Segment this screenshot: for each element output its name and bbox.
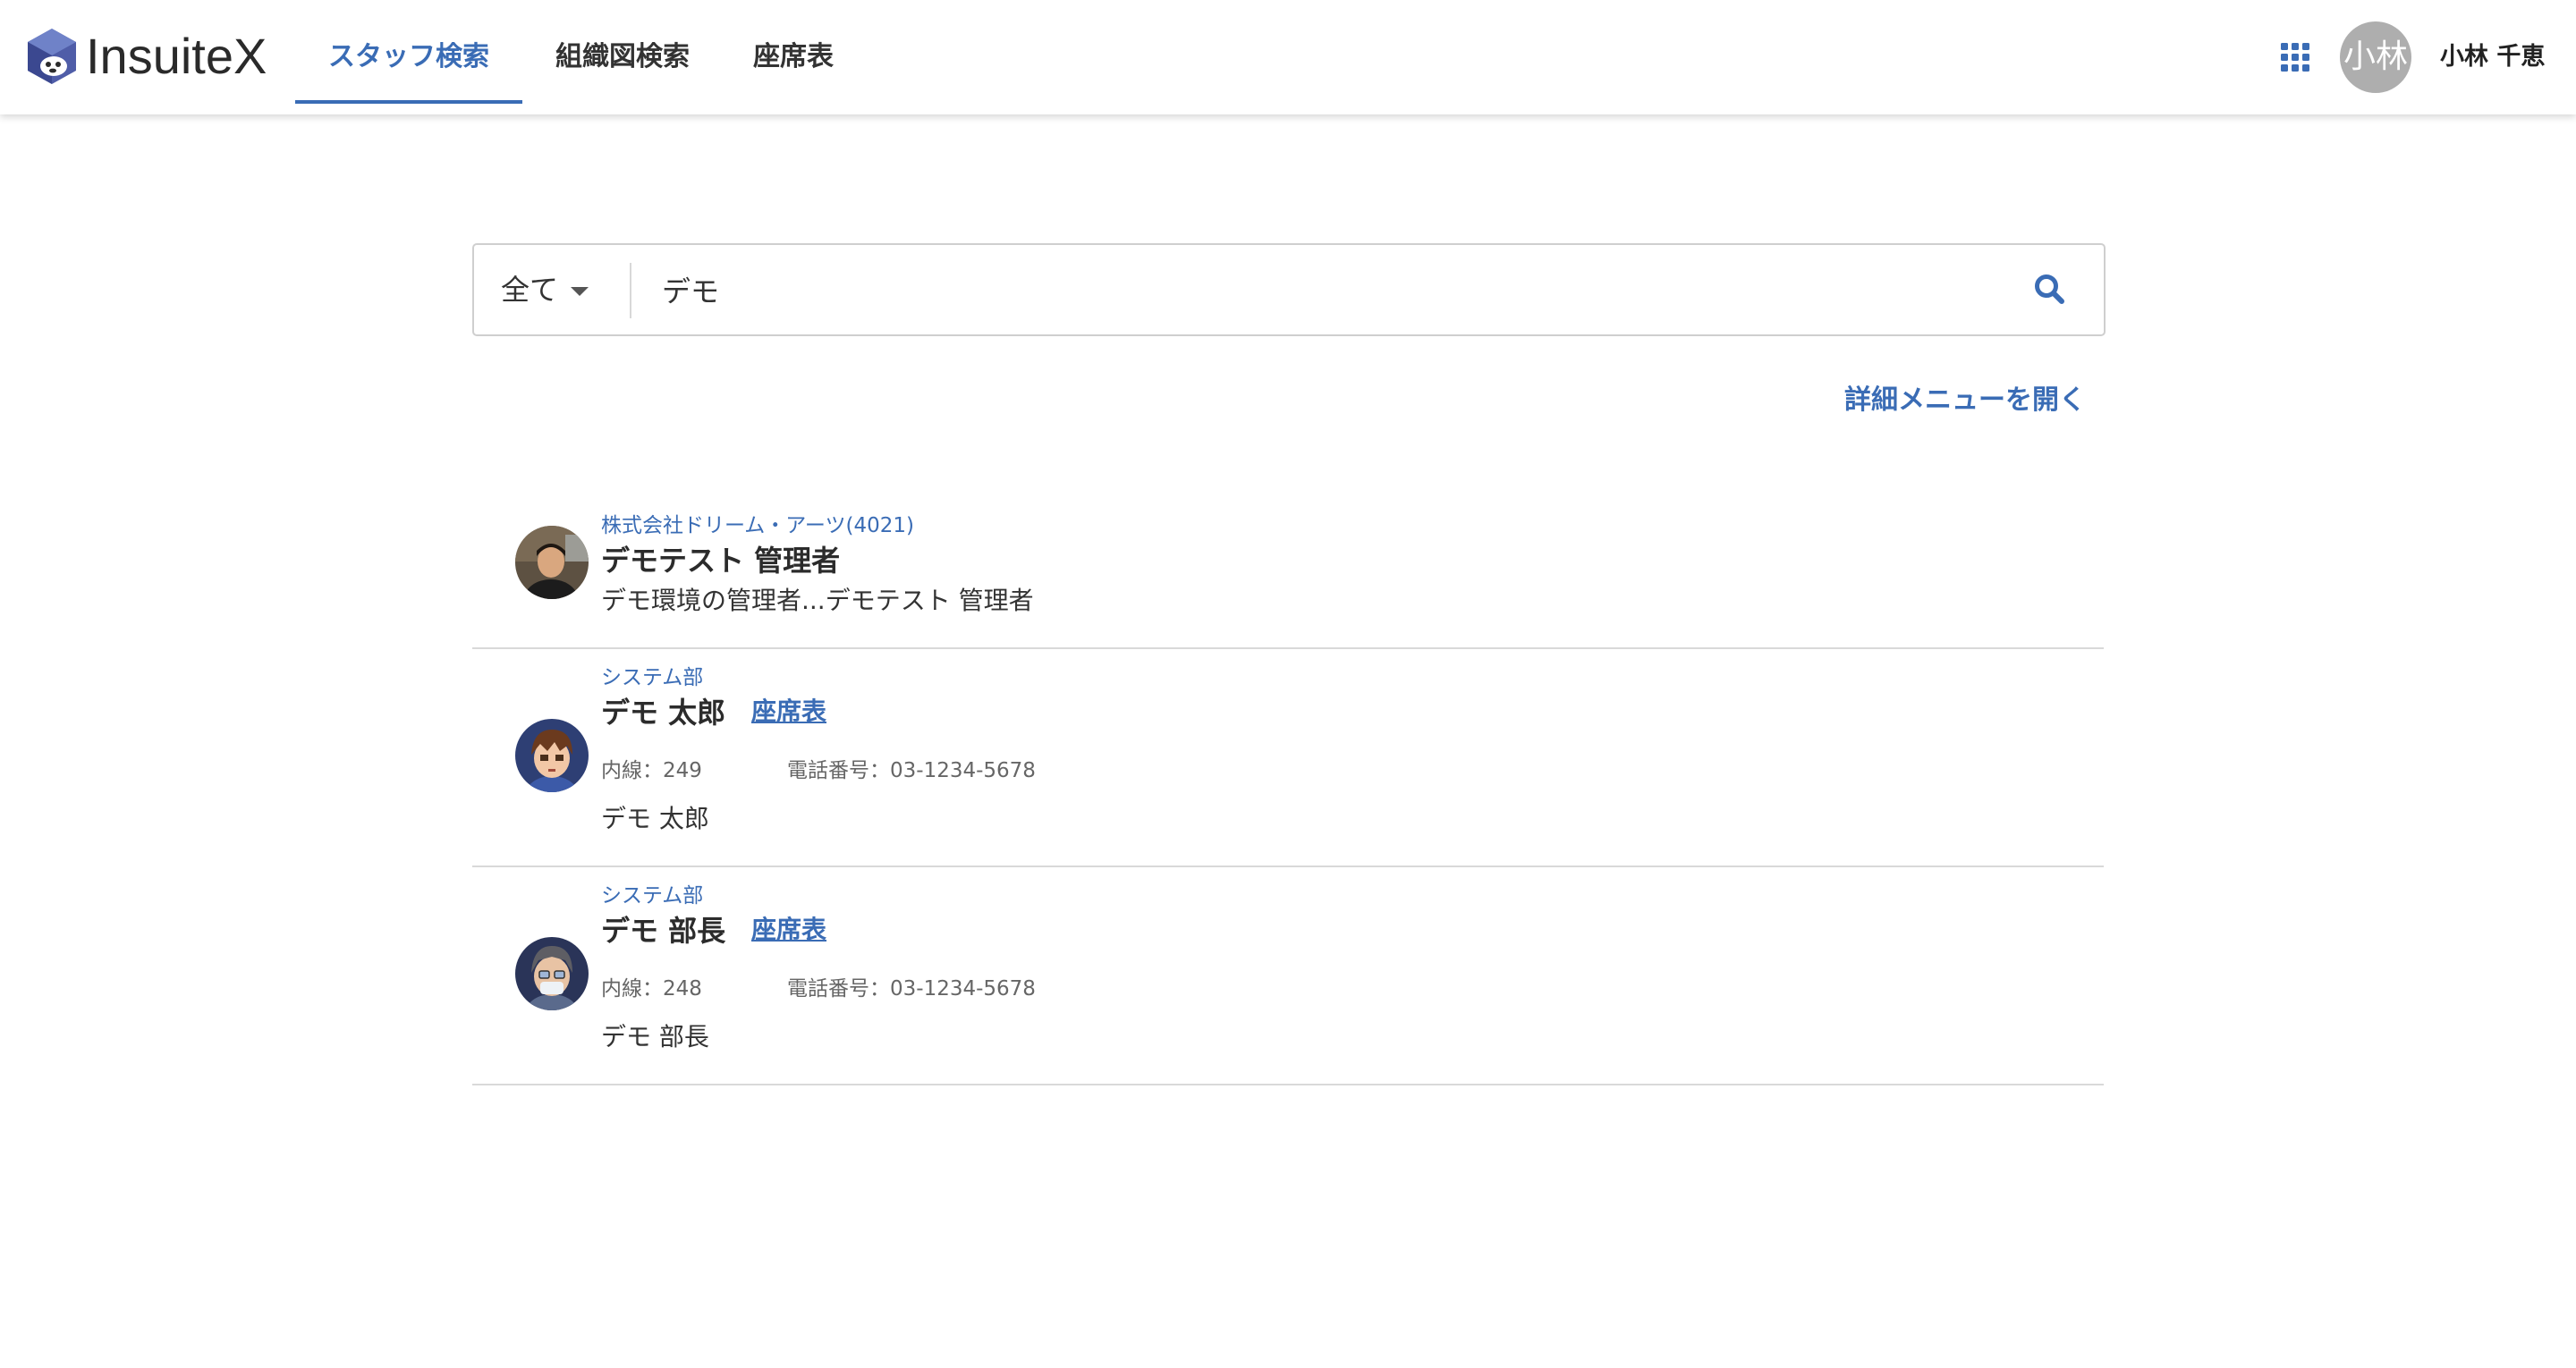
phone-number: 電話番号：03-1234-5678 — [787, 977, 1036, 1001]
tab-staff-search[interactable]: スタッフ検索 — [295, 0, 522, 104]
photo-avatar-icon — [515, 526, 589, 599]
search-icon[interactable] — [2030, 270, 2070, 309]
search-bar: 全て — [472, 243, 2106, 336]
search-divider — [630, 263, 631, 318]
top-navbar: InsuiteX スタッフ検索 組織図検索 座席表 小林 小林 千恵 — [0, 0, 2576, 114]
result-row[interactable]: 株式会社ドリーム・アーツ(4021) デモテスト 管理者 デモ環境の管理者...… — [472, 497, 2104, 649]
phone-number: 電話番号：03-1234-5678 — [787, 759, 1036, 782]
insuitex-logo-icon — [28, 29, 76, 84]
caret-down-icon — [571, 287, 589, 296]
extension-number: 内線：249 — [601, 759, 702, 782]
staff-description: デモ 部長 — [601, 1022, 709, 1051]
staff-name[interactable]: デモ 太郎 — [601, 690, 725, 731]
tab-label: 座席表 — [753, 41, 834, 72]
search-scope-dropdown[interactable]: 全て — [501, 245, 589, 334]
tab-org-chart-search[interactable]: 組織図検索 — [537, 0, 708, 100]
user-name[interactable]: 小林 千恵 — [2440, 0, 2545, 114]
scope-label: 全て — [501, 273, 559, 307]
org-name[interactable]: システム部 — [601, 660, 703, 690]
seating-chart-link[interactable]: 座席表 — [751, 910, 826, 946]
result-row[interactable]: システム部 デモ 部長 座席表 内線：248 電話番号：03-1234-5678… — [472, 867, 2104, 1085]
result-row[interactable]: システム部 デモ 太郎 座席表 内線：249 電話番号：03-1234-5678… — [472, 649, 2104, 867]
staff-name[interactable]: デモテスト 管理者 — [601, 538, 840, 579]
staff-description: デモ環境の管理者...デモテスト 管理者 — [601, 586, 1034, 615]
staff-name[interactable]: デモ 部長 — [601, 908, 725, 950]
org-name[interactable]: システム部 — [601, 878, 703, 908]
open-detail-menu-link[interactable]: 詳細メニューを開く — [1844, 377, 2086, 417]
seating-chart-link[interactable]: 座席表 — [751, 692, 826, 728]
user-avatar[interactable]: 小林 — [2340, 21, 2411, 93]
grid-apps-icon[interactable] — [2281, 43, 2309, 72]
anime-boy-avatar-icon — [515, 719, 589, 792]
logo-text: InsuiteX — [86, 28, 267, 84]
tab-label: 組織図検索 — [555, 41, 690, 72]
extension-number: 内線：248 — [601, 977, 702, 1001]
tab-label: スタッフ検索 — [328, 41, 489, 72]
tab-seating-chart[interactable]: 座席表 — [737, 0, 850, 100]
app-logo[interactable]: InsuiteX — [25, 27, 267, 86]
org-name[interactable]: 株式会社ドリーム・アーツ(4021) — [601, 508, 914, 538]
search-input[interactable] — [660, 258, 1987, 322]
staff-description: デモ 太郎 — [601, 804, 709, 833]
masked-avatar-icon — [515, 937, 589, 1010]
